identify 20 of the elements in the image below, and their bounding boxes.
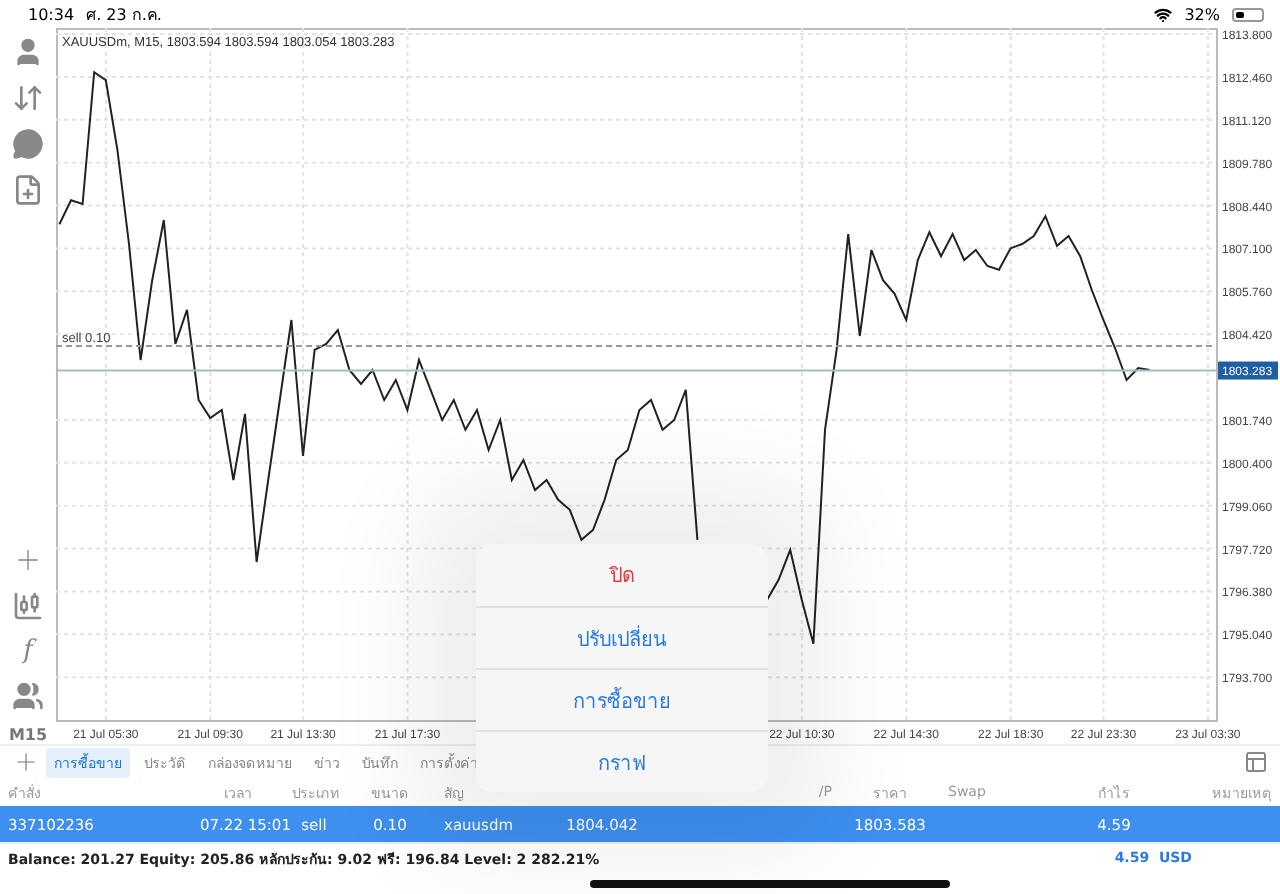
people-icon[interactable] — [12, 680, 44, 712]
crosshair-icon[interactable] — [12, 544, 44, 576]
menu-item[interactable]: ปรับเปลี่ยน — [476, 606, 768, 668]
function-button[interactable]: f — [23, 636, 33, 666]
new-document-icon[interactable] — [12, 174, 44, 206]
status-date: ศ. 23 ก.ค. — [86, 3, 162, 27]
arrows-icon[interactable] — [12, 82, 44, 114]
wifi-icon — [1154, 5, 1173, 23]
windows-icon[interactable] — [1244, 750, 1268, 774]
account-icon[interactable] — [12, 36, 44, 68]
add-icon[interactable] — [12, 748, 40, 776]
status-time: 10:34 — [28, 5, 75, 23]
candlestick-icon[interactable] — [12, 590, 44, 622]
menu-item[interactable]: ปิด — [476, 544, 768, 606]
chat-icon[interactable] — [12, 128, 44, 160]
timeframe-button[interactable]: M15 — [8, 726, 48, 744]
menu-item[interactable]: การซื้อขาย — [476, 668, 768, 730]
battery-icon — [1232, 7, 1264, 21]
battery-percent: 32% — [1184, 5, 1220, 23]
menu-item[interactable]: กราฟ — [476, 730, 768, 792]
